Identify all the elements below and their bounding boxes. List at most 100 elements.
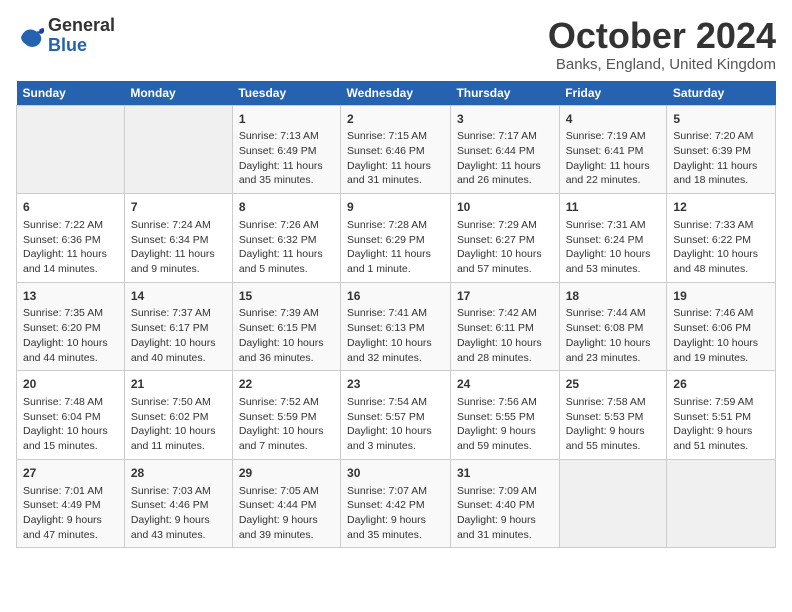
calendar-week-row: 1Sunrise: 7:13 AM Sunset: 6:49 PM Daylig… [17,105,776,194]
day-detail: Sunrise: 7:05 AM Sunset: 4:44 PM Dayligh… [239,484,334,543]
calendar-cell: 31Sunrise: 7:09 AM Sunset: 4:40 PM Dayli… [450,459,559,548]
calendar-cell [17,105,125,194]
day-detail: Sunrise: 7:46 AM Sunset: 6:06 PM Dayligh… [673,306,769,365]
calendar-cell: 9 Sunrise: 7:28 AM Sunset: 6:29 PM Daylig… [341,194,451,283]
logo-text: General Blue [48,16,115,56]
calendar-week-row: 20 Sunrise: 7:48 AM Sunset: 6:04 PM Dayli… [17,371,776,460]
calendar-cell [124,105,232,194]
col-thursday: Thursday [450,81,559,106]
col-wednesday: Wednesday [341,81,451,106]
title-block: October 2024 Banks, England, United King… [548,16,776,73]
day-detail: Sunrise: 7:50 AM Sunset: 6:02 PM Dayligh… [131,395,226,454]
calendar-cell: 11 Sunrise: 7:31 AM Sunset: 6:24 PM Dayli… [559,194,667,283]
logo-bird-icon [16,22,44,50]
day-number: 23 [347,376,444,393]
calendar-week-row: 6 Sunrise: 7:22 AM Sunset: 6:36 PM Daylig… [17,194,776,283]
day-detail: Sunrise: 7:31 AM Sunset: 6:24 PM Dayligh… [566,218,661,277]
day-detail: Sunrise: 7:58 AM Sunset: 5:53 PM Dayligh… [566,395,661,454]
day-number: 12 [673,199,769,216]
col-friday: Friday [559,81,667,106]
calendar-cell: 13Sunrise: 7:35 AM Sunset: 6:20 PM Dayli… [17,282,125,371]
day-number: 3 [457,111,553,128]
day-detail: Sunrise: 7:17 AM Sunset: 6:44 PM Dayligh… [457,129,553,188]
calendar-cell [667,459,776,548]
day-number: 22 [239,376,334,393]
calendar-cell: 25 Sunrise: 7:58 AM Sunset: 5:53 PM Dayli… [559,371,667,460]
col-monday: Monday [124,81,232,106]
calendar-cell: 15Sunrise: 7:39 AM Sunset: 6:15 PM Dayli… [232,282,340,371]
day-number: 27 [23,465,118,482]
calendar-cell: 8 Sunrise: 7:26 AM Sunset: 6:32 PM Daylig… [232,194,340,283]
day-number: 15 [239,288,334,305]
day-detail: Sunrise: 7:19 AM Sunset: 6:41 PM Dayligh… [566,129,661,188]
day-detail: Sunrise: 7:20 AM Sunset: 6:39 PM Dayligh… [673,129,769,188]
day-detail: Sunrise: 7:48 AM Sunset: 6:04 PM Dayligh… [23,395,118,454]
calendar-cell: 19Sunrise: 7:46 AM Sunset: 6:06 PM Dayli… [667,282,776,371]
day-detail: Sunrise: 7:28 AM Sunset: 6:29 PM Dayligh… [347,218,444,277]
calendar-cell: 29Sunrise: 7:05 AM Sunset: 4:44 PM Dayli… [232,459,340,548]
calendar-table: Sunday Monday Tuesday Wednesday Thursday… [16,81,776,549]
calendar-cell: 26Sunrise: 7:59 AM Sunset: 5:51 PM Dayli… [667,371,776,460]
day-detail: Sunrise: 7:41 AM Sunset: 6:13 PM Dayligh… [347,306,444,365]
calendar-cell: 5Sunrise: 7:20 AM Sunset: 6:39 PM Daylig… [667,105,776,194]
day-detail: Sunrise: 7:56 AM Sunset: 5:55 PM Dayligh… [457,395,553,454]
day-detail: Sunrise: 7:59 AM Sunset: 5:51 PM Dayligh… [673,395,769,454]
day-number: 4 [566,111,661,128]
day-number: 14 [131,288,226,305]
day-detail: Sunrise: 7:24 AM Sunset: 6:34 PM Dayligh… [131,218,226,277]
day-detail: Sunrise: 7:26 AM Sunset: 6:32 PM Dayligh… [239,218,334,277]
day-number: 24 [457,376,553,393]
day-number: 28 [131,465,226,482]
day-detail: Sunrise: 7:39 AM Sunset: 6:15 PM Dayligh… [239,306,334,365]
day-number: 21 [131,376,226,393]
calendar-cell: 14Sunrise: 7:37 AM Sunset: 6:17 PM Dayli… [124,282,232,371]
calendar-cell: 12 Sunrise: 7:33 AM Sunset: 6:22 PM Dayli… [667,194,776,283]
day-detail: Sunrise: 7:09 AM Sunset: 4:40 PM Dayligh… [457,484,553,543]
col-sunday: Sunday [17,81,125,106]
day-detail: Sunrise: 7:07 AM Sunset: 4:42 PM Dayligh… [347,484,444,543]
day-detail: Sunrise: 7:13 AM Sunset: 6:49 PM Dayligh… [239,129,334,188]
day-detail: Sunrise: 7:01 AM Sunset: 4:49 PM Dayligh… [23,484,118,543]
day-number: 5 [673,111,769,128]
month-title: October 2024 [548,16,776,56]
day-number: 6 [23,199,118,216]
calendar-week-row: 27 Sunrise: 7:01 AM Sunset: 4:49 PM Dayli… [17,459,776,548]
day-number: 20 [23,376,118,393]
day-number: 1 [239,111,334,128]
calendar-cell: 4Sunrise: 7:19 AM Sunset: 6:41 PM Daylig… [559,105,667,194]
day-detail: Sunrise: 7:33 AM Sunset: 6:22 PM Dayligh… [673,218,769,277]
calendar-cell: 23Sunrise: 7:54 AM Sunset: 5:57 PM Dayli… [341,371,451,460]
day-number: 2 [347,111,444,128]
logo: General Blue [16,16,115,56]
day-number: 9 [347,199,444,216]
page-header: General Blue October 2024 Banks, England… [16,16,776,73]
col-saturday: Saturday [667,81,776,106]
calendar-cell: 7Sunrise: 7:24 AM Sunset: 6:34 PM Daylig… [124,194,232,283]
day-number: 16 [347,288,444,305]
day-number: 10 [457,199,553,216]
day-detail: Sunrise: 7:03 AM Sunset: 4:46 PM Dayligh… [131,484,226,543]
day-detail: Sunrise: 7:37 AM Sunset: 6:17 PM Dayligh… [131,306,226,365]
location: Banks, England, United Kingdom [548,56,776,73]
calendar-cell: 18Sunrise: 7:44 AM Sunset: 6:08 PM Dayli… [559,282,667,371]
calendar-cell: 2Sunrise: 7:15 AM Sunset: 6:46 PM Daylig… [341,105,451,194]
day-detail: Sunrise: 7:35 AM Sunset: 6:20 PM Dayligh… [23,306,118,365]
calendar-cell: 16Sunrise: 7:41 AM Sunset: 6:13 PM Dayli… [341,282,451,371]
day-number: 8 [239,199,334,216]
calendar-cell: 20 Sunrise: 7:48 AM Sunset: 6:04 PM Dayli… [17,371,125,460]
day-detail: Sunrise: 7:15 AM Sunset: 6:46 PM Dayligh… [347,129,444,188]
calendar-cell: 22Sunrise: 7:52 AM Sunset: 5:59 PM Dayli… [232,371,340,460]
calendar-cell: 6 Sunrise: 7:22 AM Sunset: 6:36 PM Daylig… [17,194,125,283]
day-detail: Sunrise: 7:22 AM Sunset: 6:36 PM Dayligh… [23,218,118,277]
day-number: 17 [457,288,553,305]
calendar-week-row: 13Sunrise: 7:35 AM Sunset: 6:20 PM Dayli… [17,282,776,371]
col-tuesday: Tuesday [232,81,340,106]
calendar-cell: 27 Sunrise: 7:01 AM Sunset: 4:49 PM Dayli… [17,459,125,548]
calendar-cell: 24 Sunrise: 7:56 AM Sunset: 5:55 PM Dayli… [450,371,559,460]
day-number: 13 [23,288,118,305]
day-detail: Sunrise: 7:42 AM Sunset: 6:11 PM Dayligh… [457,306,553,365]
day-number: 11 [566,199,661,216]
calendar-cell: 21 Sunrise: 7:50 AM Sunset: 6:02 PM Dayli… [124,371,232,460]
day-number: 25 [566,376,661,393]
day-number: 18 [566,288,661,305]
